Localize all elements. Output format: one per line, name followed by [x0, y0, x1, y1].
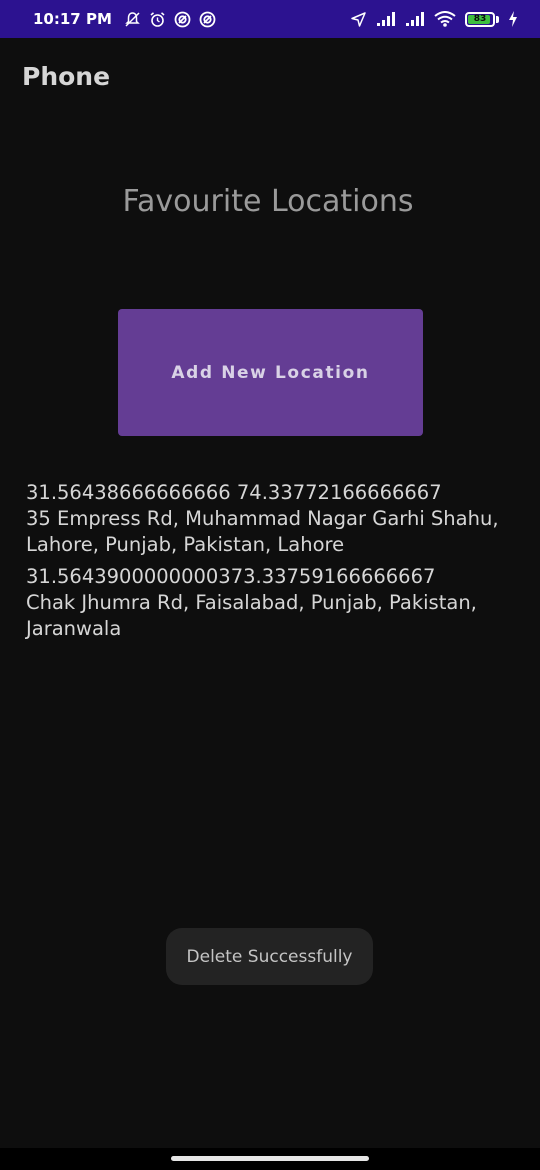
status-bar: 10:17 PM 83: [0, 0, 540, 38]
location-address-line: Chak Jhumra Rd, Faisalabad, Punjab, Paki…: [26, 591, 477, 614]
location-list: 31.56438666666666 74.33772166666667 35 E…: [26, 480, 526, 648]
no-notification-icon: [124, 11, 141, 28]
app-title: Phone: [22, 62, 111, 91]
battery-tip: [496, 15, 499, 23]
battery-indicator: 83: [465, 11, 495, 27]
charging-bolt-icon: [508, 11, 518, 28]
status-left-icons: [124, 11, 216, 28]
status-time: 10:17 PM: [33, 10, 112, 28]
add-new-location-button[interactable]: Add New Location: [118, 309, 423, 436]
location-address-line: Jaranwala: [26, 617, 122, 640]
alarm-icon: [149, 11, 166, 28]
location-coordinates: 31.5643900000000373.33759166666667: [26, 565, 436, 588]
home-indicator[interactable]: [171, 1156, 369, 1161]
location-item[interactable]: 31.5643900000000373.33759166666667 Chak …: [26, 564, 526, 642]
signal-icon: [405, 11, 425, 28]
vpn-icon: [199, 11, 216, 28]
signal-icon: [376, 11, 396, 28]
location-address-line: Lahore, Punjab, Pakistan, Lahore: [26, 533, 345, 556]
status-right-icons: 83: [350, 11, 518, 28]
page-title: Favourite Locations: [122, 184, 414, 219]
location-coordinates: 31.56438666666666 74.33772166666667: [26, 481, 442, 504]
toast-message: Delete Successfully: [166, 928, 373, 985]
battery-level: 83: [473, 14, 487, 24]
vpn-icon: [174, 11, 191, 28]
location-arrow-icon: [350, 11, 367, 28]
navigation-bar: [0, 1148, 540, 1170]
location-item[interactable]: 31.56438666666666 74.33772166666667 35 E…: [26, 480, 526, 558]
location-address-line: 35 Empress Rd, Muhammad Nagar Garhi Shah…: [26, 507, 499, 530]
wifi-icon: [434, 11, 456, 28]
